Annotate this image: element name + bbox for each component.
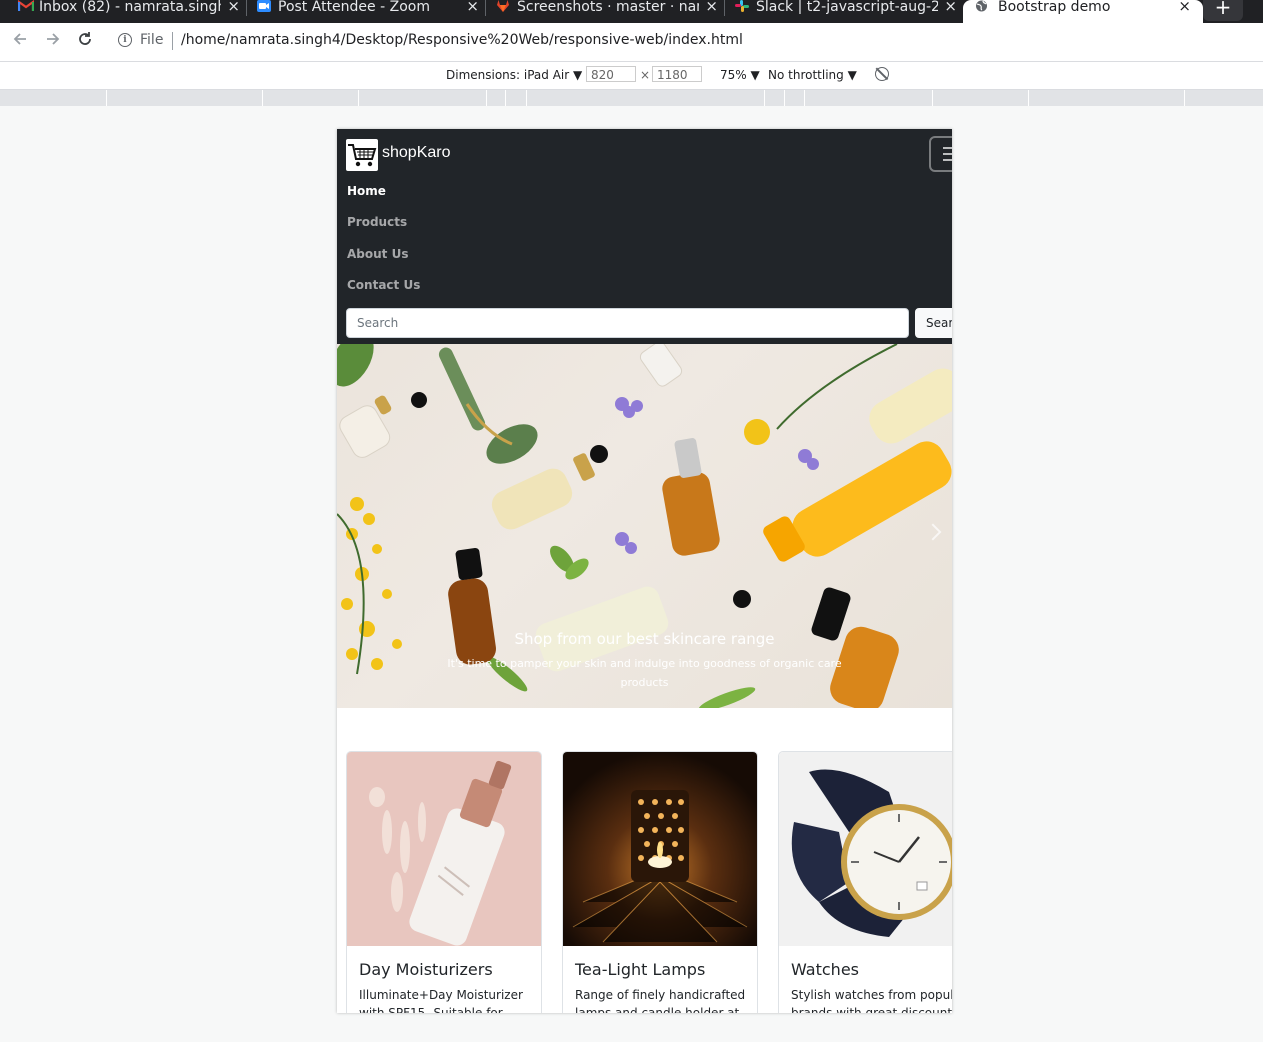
nav-link-products[interactable]: Products <box>347 215 407 229</box>
viewport-height-input[interactable]: 1180 <box>652 66 702 82</box>
device-toolbar: Dimensions: iPad Air ▼ 820 × 1180 75% ▼ … <box>0 62 1263 90</box>
ruler-tick <box>505 90 506 106</box>
reload-icon <box>79 32 91 45</box>
emulated-viewport: shopKaro Home Products About Us Contact … <box>337 129 952 1013</box>
ruler-tick <box>932 90 933 106</box>
tab-gitlab[interactable]: Screenshots · master · nam × <box>492 0 724 23</box>
browser-tab-strip: Inbox (82) - namrata.singh × Post Attend… <box>0 0 1263 23</box>
tab-slack[interactable]: Slack | t2-javascript-aug-2 × <box>731 0 963 23</box>
carousel-caption: Shop from our best skincare range It's t… <box>337 630 952 692</box>
navbar: shopKaro Home Products About Us Contact … <box>337 129 952 344</box>
hero-text: It's time to pamper your skin and indulg… <box>447 657 842 689</box>
navbar-toggler-button[interactable] <box>929 136 952 172</box>
ruler-tick <box>804 90 805 106</box>
hero-title: Shop from our best skincare range <box>514 630 775 648</box>
card-title: Watches <box>791 960 859 979</box>
brand-name[interactable]: shopKaro <box>382 144 451 162</box>
back-button[interactable] <box>9 31 31 52</box>
close-icon[interactable]: × <box>466 0 479 14</box>
watch-image <box>779 752 952 946</box>
times-symbol: × <box>640 68 651 82</box>
hero-carousel[interactable]: Shop from our best skincare range It's t… <box>337 344 952 708</box>
cart-icon[interactable] <box>346 139 378 171</box>
product-card[interactable]: Watches Stylish watches from popular bra… <box>778 751 952 1013</box>
tab-label: Bootstrap demo <box>998 0 1111 14</box>
close-icon[interactable]: × <box>1178 0 1191 14</box>
close-icon[interactable]: × <box>944 0 957 14</box>
nav-link-contact[interactable]: Contact Us <box>347 278 420 292</box>
nav-link-home[interactable]: Home <box>347 184 386 198</box>
gitlab-icon <box>496 0 510 12</box>
gmail-icon <box>17 0 35 12</box>
zoom-icon <box>257 0 271 12</box>
product-card[interactable]: Tea-Light Lamps Range of finely handicra… <box>562 751 758 1013</box>
address-bar-row: i File /home/namrata.singh4/Desktop/Resp… <box>0 23 1263 62</box>
card-text: Stylish watches from popular brands with… <box>791 988 952 1013</box>
scheme-label: File <box>140 32 164 48</box>
throttling-select[interactable]: No throttling ▼ <box>768 68 857 82</box>
ruler-tick <box>486 90 487 106</box>
reload-button[interactable] <box>74 31 96 52</box>
card-text: Illuminate+Day Moisturizer with SPF15- S… <box>359 988 523 1013</box>
tab-divider <box>485 0 486 16</box>
tab-gmail[interactable]: Inbox (82) - namrata.singh × <box>14 0 246 23</box>
omnibox[interactable]: i File /home/namrata.singh4/Desktop/Resp… <box>106 27 1256 55</box>
search-button[interactable]: Sear <box>915 308 952 338</box>
ruler-tick <box>526 90 527 106</box>
moisturizer-image <box>347 752 541 946</box>
close-icon[interactable]: × <box>227 0 240 14</box>
rotate-icon[interactable] <box>875 67 889 81</box>
ruler-tick <box>262 90 263 106</box>
ruler-tick <box>358 90 359 106</box>
address-divider <box>172 32 173 50</box>
zoom-select[interactable]: 75% ▼ <box>720 68 760 82</box>
product-card[interactable]: Day Moisturizers Illuminate+Day Moisturi… <box>346 751 542 1013</box>
search-input[interactable]: Search <box>346 308 909 338</box>
info-icon[interactable]: i <box>118 33 132 47</box>
tab-bootstrap-demo[interactable]: Bootstrap demo × <box>963 0 1203 23</box>
ruler-tick <box>1184 90 1185 106</box>
ruler-tick <box>106 90 107 106</box>
forward-button[interactable] <box>42 31 64 52</box>
ruler-tick <box>1028 90 1029 106</box>
media-query-ruler[interactable] <box>0 90 1263 106</box>
globe-icon <box>975 0 989 12</box>
card-title: Day Moisturizers <box>359 960 493 979</box>
arrow-left-icon <box>13 33 26 45</box>
tea-light-lamp-image <box>563 752 757 946</box>
tab-label: Slack | t2-javascript-aug-2 <box>756 0 938 14</box>
ruler-tick <box>764 90 765 106</box>
ruler-tick <box>784 90 785 106</box>
hamburger-icon <box>943 147 952 161</box>
tab-zoom[interactable]: Post Attendee - Zoom × <box>253 0 485 23</box>
close-icon[interactable]: × <box>705 0 718 14</box>
card-title: Tea-Light Lamps <box>575 960 706 979</box>
tab-divider <box>724 0 725 16</box>
tab-label: Screenshots · master · nam <box>517 0 699 14</box>
tab-label: Inbox (82) - namrata.singh <box>39 0 221 14</box>
card-text: Range of finely handicrafted lamps and c… <box>575 988 746 1013</box>
tab-label: Post Attendee - Zoom <box>278 0 430 14</box>
new-tab-button[interactable]: + <box>1203 0 1243 21</box>
device-dimensions-select[interactable]: Dimensions: iPad Air ▼ <box>446 68 582 82</box>
arrow-right-icon <box>47 33 60 45</box>
tab-divider <box>246 0 247 16</box>
nav-link-about[interactable]: About Us <box>347 247 408 261</box>
url-text[interactable]: /home/namrata.singh4/Desktop/Responsive%… <box>181 32 743 48</box>
slack-icon <box>735 0 749 12</box>
viewport-width-input[interactable]: 820 <box>586 66 636 82</box>
